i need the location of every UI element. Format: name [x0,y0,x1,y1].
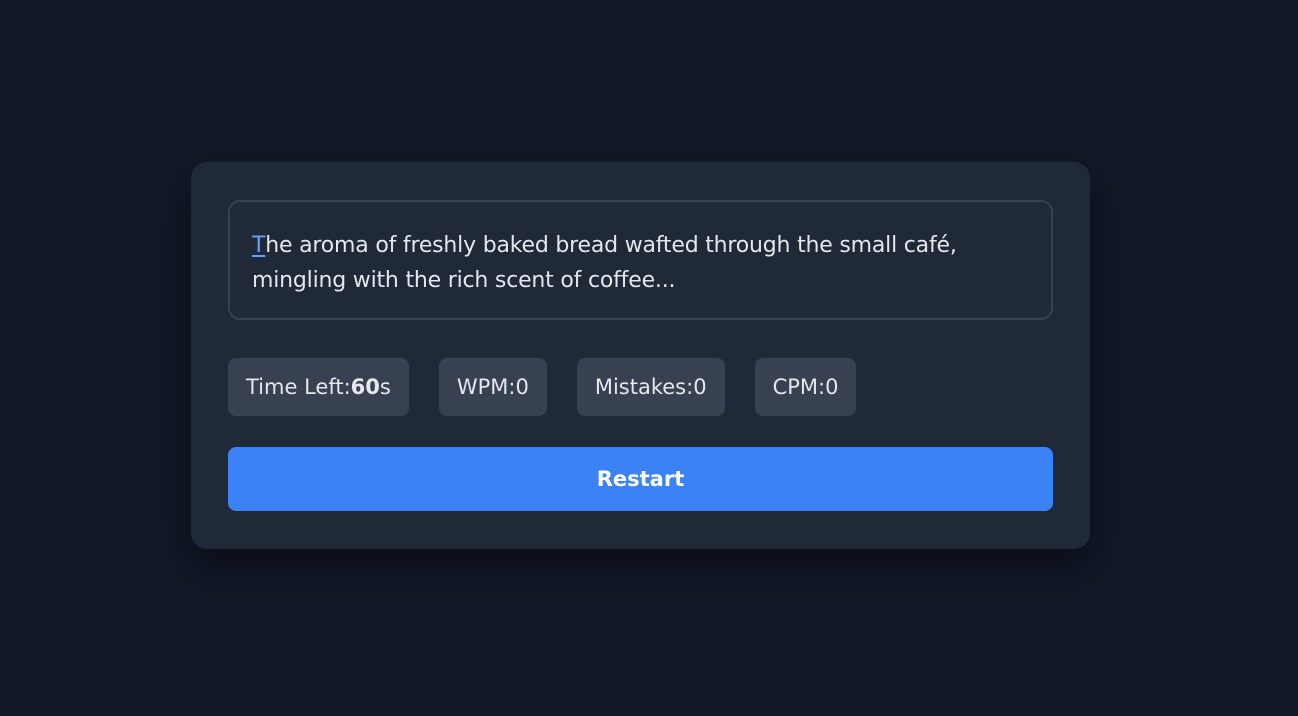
time-left-label: Time Left: [246,375,351,399]
cpm-value: 0 [825,375,839,399]
wpm-stat: WPM: 0 [438,358,547,416]
time-left-unit: s [379,375,391,399]
mistakes-value: 0 [693,375,707,399]
time-left-value: 60 [350,375,380,399]
mistakes-label: Mistakes: [594,375,694,399]
typing-text-area[interactable]: The aroma of freshly baked bread wafted … [228,200,1053,320]
restart-button[interactable]: Restart [228,447,1053,511]
cpm-label: CPM: [772,375,826,399]
typing-test-card: The aroma of freshly baked bread wafted … [191,162,1090,549]
cpm-stat: CPM: 0 [754,358,857,416]
remaining-text: he aroma of freshly baked bread wafted t… [252,233,957,293]
mistakes-stat: Mistakes: 0 [576,358,725,416]
wpm-value: 0 [515,375,529,399]
current-character: T [252,233,266,258]
wpm-label: WPM: [456,375,516,399]
stats-row: Time Left: 60 s WPM: 0 Mistakes: 0 CPM: 0 [228,358,1053,416]
time-left-stat: Time Left: 60 s [228,358,409,416]
